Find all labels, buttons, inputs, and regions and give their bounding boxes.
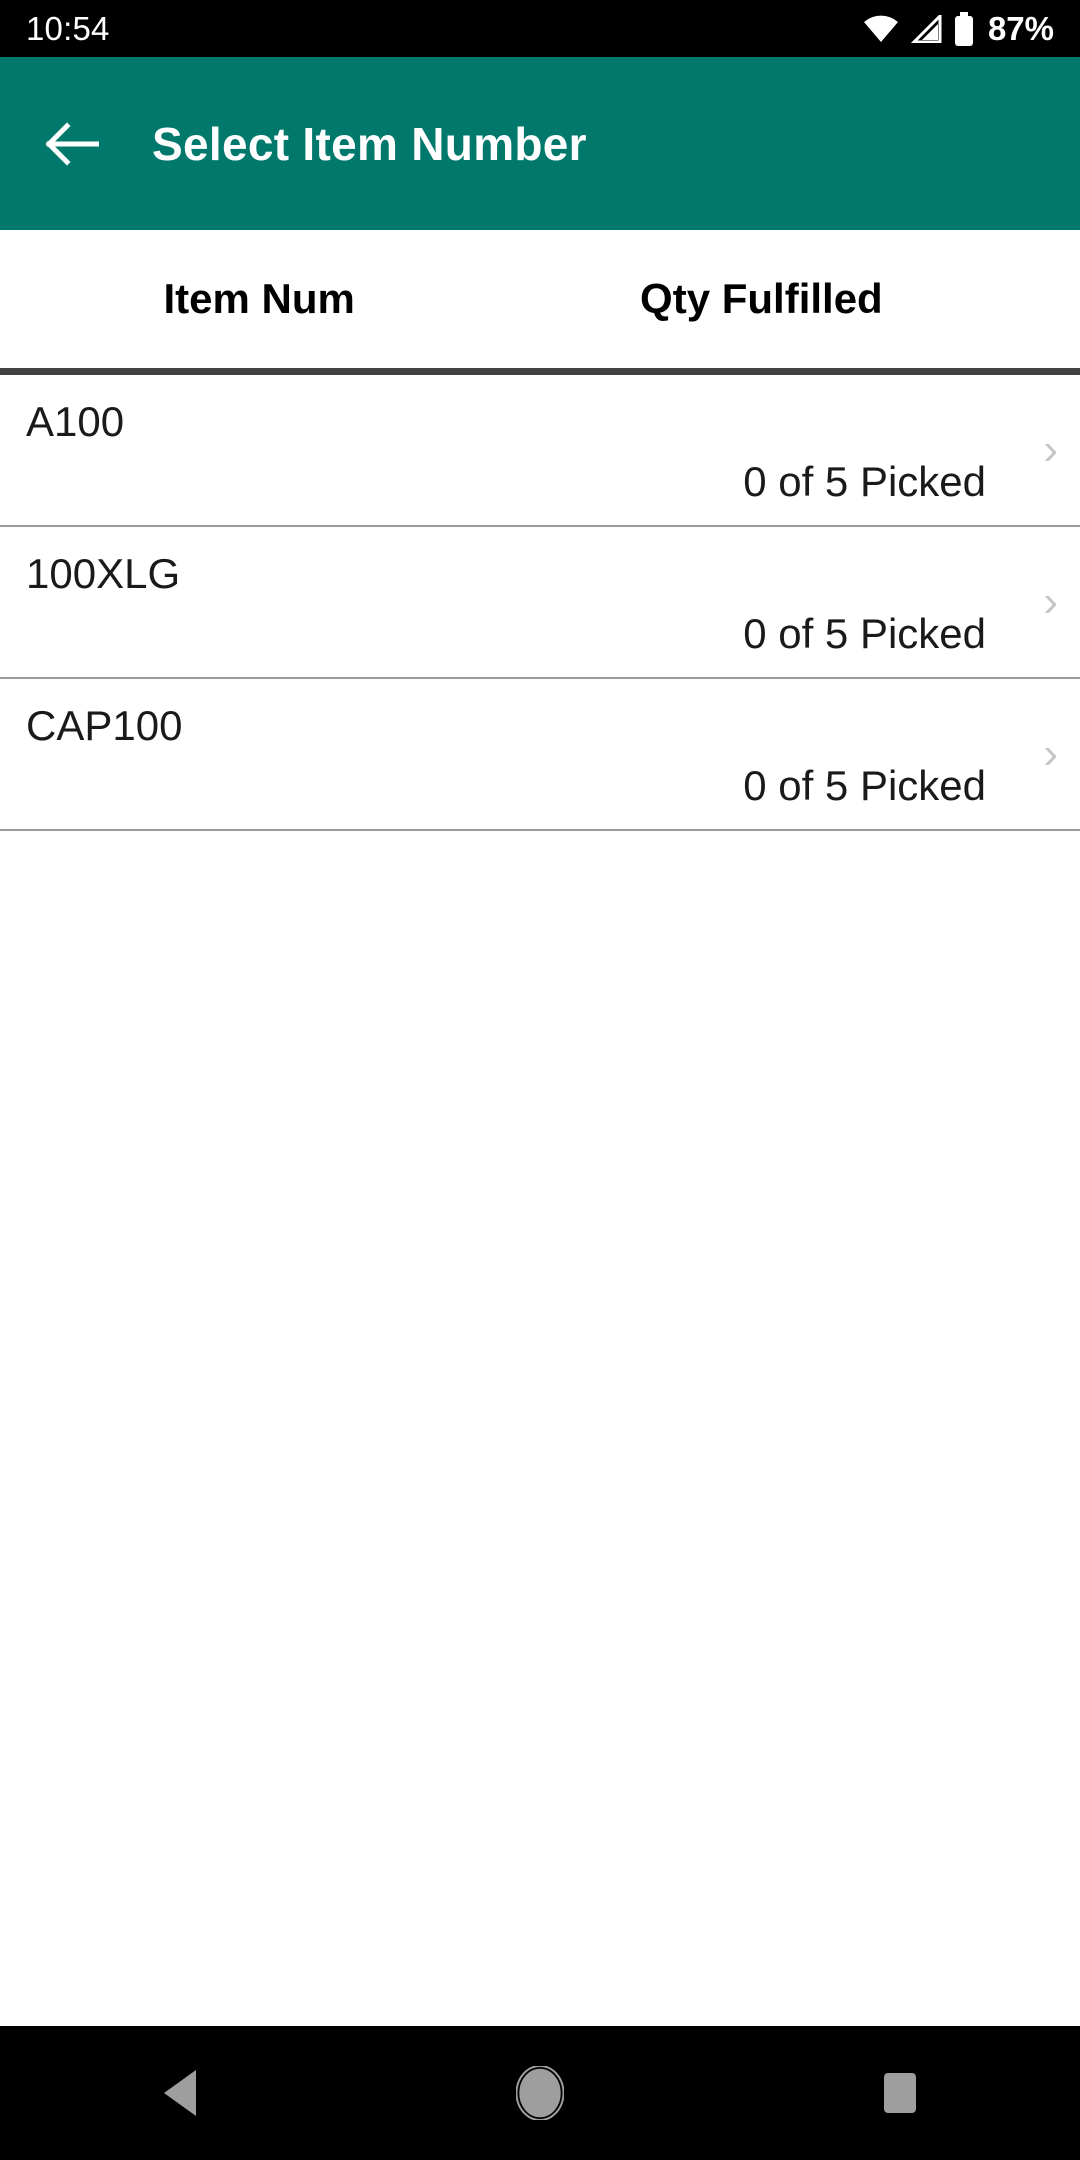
status-bar: 10:54 87% — [0, 0, 1080, 57]
table-row[interactable]: CAP100 0 of 5 Picked › — [0, 679, 1080, 831]
home-circle-icon — [516, 2066, 564, 2120]
table-row[interactable]: 100XLG 0 of 5 Picked › — [0, 527, 1080, 679]
nav-back-button[interactable] — [105, 2026, 255, 2160]
qty-fulfilled-value: 0 of 5 Picked — [743, 610, 986, 657]
item-num-value: CAP100 — [26, 702, 183, 749]
item-num-value: 100XLG — [26, 550, 181, 597]
item-num-value: A100 — [26, 398, 125, 445]
column-header-item-num: Item Num — [163, 275, 355, 322]
table-row[interactable]: A100 0 of 5 Picked › — [0, 375, 1080, 527]
qty-fulfilled-value: 0 of 5 Picked — [743, 458, 986, 505]
column-header-qty-fulfilled: Qty Fulfilled — [640, 275, 883, 322]
status-icons: 87% — [863, 10, 1054, 47]
battery-percent-label: 87% — [987, 10, 1054, 47]
battery-icon — [953, 11, 975, 46]
item-list: A100 0 of 5 Picked › 100XLG 0 of 5 Picke… — [0, 375, 1080, 2026]
header-divider — [0, 368, 1080, 375]
nav-recents-button[interactable] — [825, 2026, 975, 2160]
back-triangle-icon — [158, 2068, 202, 2118]
phone-screen: 10:54 87% Select Item Number Item Num Qt… — [0, 0, 1080, 2160]
app-bar: Select Item Number — [0, 57, 1080, 230]
nav-home-button[interactable] — [465, 2026, 615, 2160]
qty-fulfilled-value: 0 of 5 Picked — [743, 762, 986, 809]
chevron-right-icon: › — [1043, 577, 1058, 626]
chevron-right-icon: › — [1043, 425, 1058, 474]
wifi-icon — [863, 15, 899, 43]
chevron-right-icon: › — [1043, 729, 1058, 778]
table-column-header: Item Num Qty Fulfilled — [0, 230, 1080, 368]
page-title: Select Item Number — [152, 117, 587, 170]
recents-square-icon — [880, 2071, 920, 2115]
cellular-signal-icon — [910, 14, 942, 43]
status-clock: 10:54 — [26, 10, 110, 47]
back-arrow-icon[interactable] — [44, 116, 100, 172]
system-navigation-bar — [0, 2026, 1080, 2160]
